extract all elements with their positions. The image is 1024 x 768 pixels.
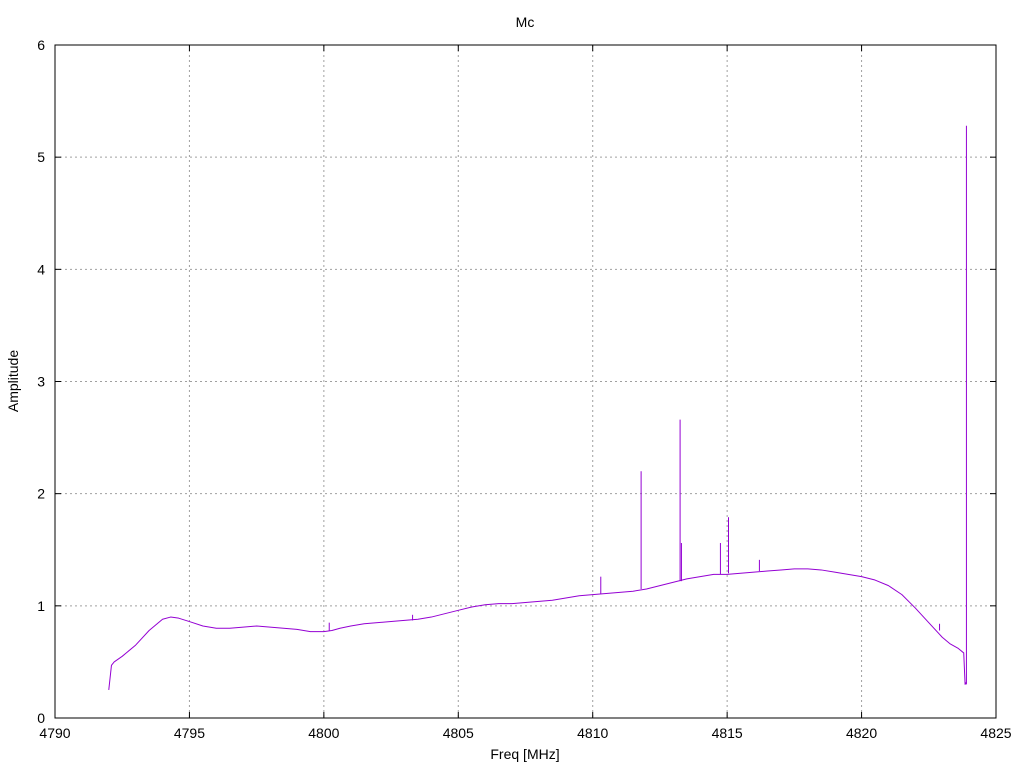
x-tick-label: 4800 xyxy=(308,725,339,741)
y-tick-labels: 0 1 2 3 4 5 6 xyxy=(37,37,45,726)
line-chart: 4790 4795 4800 4805 4810 4815 4820 4825 0 1 2 3 4 5 6… xyxy=(5,14,1012,762)
y-tick-label: 0 xyxy=(37,710,45,726)
y-tick-label: 2 xyxy=(37,486,45,502)
chart-title: Mc xyxy=(516,14,535,30)
y-tick-label: 3 xyxy=(37,374,45,390)
spike-layer xyxy=(328,125,967,685)
series-line xyxy=(108,568,967,691)
x-tick-label: 4815 xyxy=(712,725,743,741)
y-tick-label: 4 xyxy=(37,261,45,277)
y-tick-label: 1 xyxy=(37,598,45,614)
x-tick-labels: 4790 4795 4800 4805 4810 4815 4820 4825 xyxy=(39,725,1011,741)
x-tick-label: 4805 xyxy=(443,725,474,741)
x-tick-label: 4790 xyxy=(39,725,70,741)
y-tick-label: 6 xyxy=(37,37,45,53)
series-layer xyxy=(108,568,967,691)
x-tick-label: 4820 xyxy=(846,725,877,741)
y-axis-label: Amplitude xyxy=(5,350,21,412)
grid-lines xyxy=(55,45,996,718)
x-axis-label: Freq [MHz] xyxy=(490,746,559,762)
x-tick-label: 4810 xyxy=(577,725,608,741)
x-tick-label: 4825 xyxy=(980,725,1011,741)
y-tick-label: 5 xyxy=(37,149,45,165)
x-tick-label: 4795 xyxy=(174,725,205,741)
